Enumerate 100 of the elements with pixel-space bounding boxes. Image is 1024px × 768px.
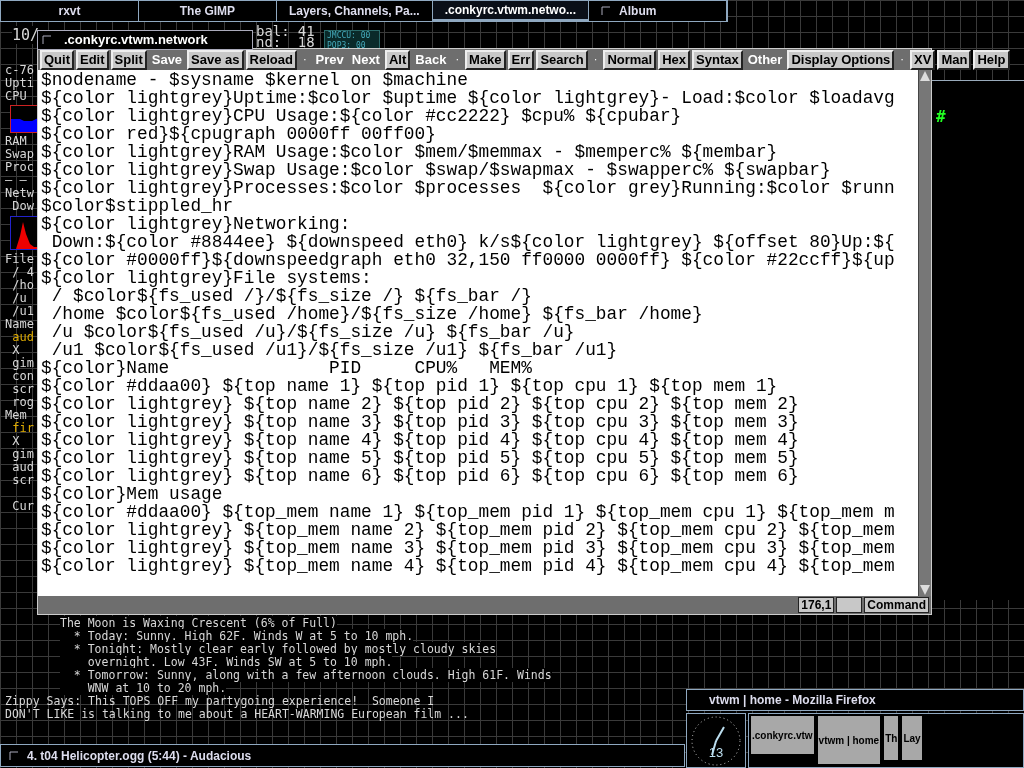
window-icon: [42, 35, 52, 45]
code-line: ${color red}${cpugraph 0000ff 00ff00}: [41, 125, 436, 143]
conky-text: Mem: [5, 409, 27, 422]
code-line: ${color #ddaa00} ${top_mem name 1} ${top_mem pid 1} ${top_mem cpu 1} ${top_mem m: [41, 503, 895, 521]
conky-text: fir: [11, 422, 35, 435]
toolbar-button[interactable]: Make: [465, 49, 506, 70]
code-line: $color$stippled_hr: [41, 197, 234, 215]
window-icon: [9, 750, 19, 761]
conky-text: X: [11, 435, 21, 448]
toolbar-button[interactable]: Normal: [603, 49, 657, 70]
mail-count: 41: [297, 26, 315, 37]
mode-indicator: Command: [864, 597, 929, 613]
toolbar-button[interactable]: Save as: [187, 49, 244, 70]
code-line: ${color lightgrey} ${top_mem name 2} ${top_mem pid 2} ${top_mem cpu 2} ${top_mem: [41, 521, 895, 539]
conky-text: X: [11, 344, 21, 357]
quote-line: DON'T LIKE is talking to me about a HEART-WARMING European film ...: [5, 708, 470, 721]
code-line: ${color lightgrey} ${top name 3} ${top pid 3} ${top cpu 3} ${top mem 3}: [41, 413, 799, 431]
toolbar-separator: ·: [899, 52, 906, 68]
code-line: ${color lightgrey} ${top name 2} ${top pid 2} ${top cpu 2} ${top mem 2}: [41, 395, 799, 413]
conky-text: Dow: [11, 200, 35, 213]
conky-text: aud: [11, 461, 35, 474]
conky-text: Name: [5, 318, 35, 331]
code-line: ${color lightgrey} ${top_mem name 4} ${top_mem pid 4} ${top_mem cpu 4} ${top_mem: [41, 557, 895, 575]
taskbar-item[interactable]: .conkyrc.vtwm.netwo...: [432, 1, 590, 21]
scrollbar[interactable]: [918, 70, 931, 596]
toolbar-button[interactable]: Hex: [658, 49, 691, 70]
code-line: ${color lightgrey}Uptime:$color $uptime ${color lightgrey}- Load:$color $loadavg: [41, 89, 895, 107]
window-icon: [601, 6, 612, 16]
code-line: ${color}Mem usage: [41, 485, 223, 503]
code-line: ${color}Name PID CPU% MEM%: [41, 359, 532, 377]
toolbar-button[interactable]: Display Options: [787, 49, 895, 70]
conky-text: scr: [11, 474, 35, 487]
code-line: $nodename - $sysname $kernel on $machine: [41, 71, 468, 89]
code-line: ${color lightgrey}CPU Usage:${color #cc2222} $cpu% ${cpubar}: [41, 107, 682, 125]
code-line: / $color${fs_used /}/${fs_size /} ${fs_bar /}: [51, 287, 532, 305]
toolbar-button[interactable]: Help: [973, 49, 1010, 70]
code-line: Down:${color #8844ee} ${downspeed eth0} k/s${color lightgrey} ${offset 80}Up:${: [51, 233, 895, 251]
code-line: /u1 $color${fs_used /u1}/${fs_size /u1} ${fs_bar /u1}: [50, 341, 618, 359]
code-line: ${color lightgrey}Swap Usage:$color $swap/$swapmax - $swapperc% ${swapbar}: [41, 161, 831, 179]
toolbar-button[interactable]: Man: [937, 49, 972, 70]
window-title-bar[interactable]: 4. t04 Helicopter.ogg (5:44) - Audacious: [0, 744, 685, 767]
toolbar-separator: ·: [592, 52, 599, 68]
toolbar-button[interactable]: Err: [507, 49, 535, 70]
taskbar-item[interactable]: Album: [589, 1, 727, 21]
toolbar-button[interactable]: Other: [744, 51, 786, 68]
conky-text: / 4: [11, 266, 35, 279]
quote-line: Zippy Says: This TOPS OFF my partygoing experience! Someone I: [5, 695, 435, 708]
conky-text: rog: [11, 396, 35, 409]
conky-text: gim: [11, 448, 35, 461]
window-title-tab[interactable]: .conkyrc.vtwm.network: [37, 30, 253, 50]
conky-text: /u1: [11, 305, 35, 318]
conky-text: /u: [11, 292, 28, 305]
code-line: ${color lightgrey}File systems:: [41, 269, 372, 287]
code-line: ${color lightgrey}Processes:$color $processes ${color grey}Running:$color $runn: [41, 179, 895, 197]
toolbar-button[interactable]: Edit: [76, 49, 109, 70]
toolbar-separator: ·: [301, 52, 308, 68]
toolbar-button[interactable]: Save: [148, 51, 186, 68]
taskbar-item[interactable]: Layers, Channels, Pa...: [276, 1, 433, 21]
mail-label: bal:: [256, 26, 290, 37]
conky-text: CPU: [5, 90, 27, 103]
toolbar-button[interactable]: Back: [412, 51, 450, 68]
code-line: /home $color${fs_used /home}/${fs_size /home} ${fs_bar /home}: [50, 305, 703, 323]
taskbar-item[interactable]: The GIMP: [138, 1, 277, 21]
code-line: ${color lightgrey} ${top name 5} ${top pid 5} ${top cpu 5} ${top mem 5}: [41, 449, 799, 467]
conky-text: /ho: [11, 279, 35, 292]
pager-window[interactable]: Th: [884, 716, 899, 760]
code-line: ${color lightgrey} ${top_mem name 3} ${top_mem pid 3} ${top_mem cpu 3} ${top_mem: [41, 539, 895, 557]
taskbar-item[interactable]: rxvt: [1, 1, 139, 21]
toolbar-button[interactable]: Next: [348, 51, 383, 68]
conky-text: Cur: [11, 500, 35, 513]
toolbar-separator: ·: [454, 52, 461, 68]
conky-text: c-76: [5, 64, 35, 77]
code-line: ${color lightgrey} ${top name 4} ${top pid 4} ${top cpu 4} ${top mem 4}: [41, 431, 799, 449]
pager-window[interactable]: Lay: [902, 716, 922, 760]
code-line: ${color #0000ff}${downspeedgraph eth0 32,150 ff0000 0000ff} ${color #22ccff}${up: [41, 251, 895, 269]
window-title-bar[interactable]: vtwm | home - Mozilla Firefox: [686, 689, 1024, 711]
toolbar-button[interactable]: XV: [910, 49, 936, 70]
toolbar-button[interactable]: Quit: [40, 49, 74, 70]
toolbar-button[interactable]: Syntax: [692, 49, 743, 70]
toolbar-button[interactable]: Reload: [245, 49, 297, 70]
pager-window[interactable]: .conkyrc.vtw: [751, 716, 814, 754]
code-line: ${color #ddaa00} ${top name 1} ${top pid 1} ${top cpu 1} ${top mem 1}: [41, 377, 778, 395]
mail-label: nd:: [256, 37, 282, 48]
pager-window[interactable]: vtwm | home: [817, 716, 881, 764]
conky-text: RAM: [5, 135, 28, 148]
code-line: ${color lightgrey} ${top name 6} ${top pid 6} ${top cpu 6} ${top mem 6}: [41, 467, 799, 485]
mailbox-line: JMCCU: 00: [327, 31, 372, 41]
conky-text: aud: [11, 331, 35, 344]
toolbar-button[interactable]: Search: [536, 49, 588, 70]
conky-text: gim: [11, 357, 35, 370]
conky-text: Netw: [5, 187, 35, 200]
conky-text: scr: [11, 383, 35, 396]
conky-text: Proc: [5, 161, 35, 174]
toolbar-button[interactable]: Alt: [384, 49, 411, 70]
toolbar-button[interactable]: Prev: [312, 51, 347, 68]
mail-count: 18: [297, 37, 315, 48]
prompt-text: #: [936, 106, 946, 128]
toolbar-button[interactable]: Split: [110, 49, 147, 70]
conky-text: Swap: [5, 148, 35, 161]
cursor-position: 176,1: [798, 597, 835, 613]
